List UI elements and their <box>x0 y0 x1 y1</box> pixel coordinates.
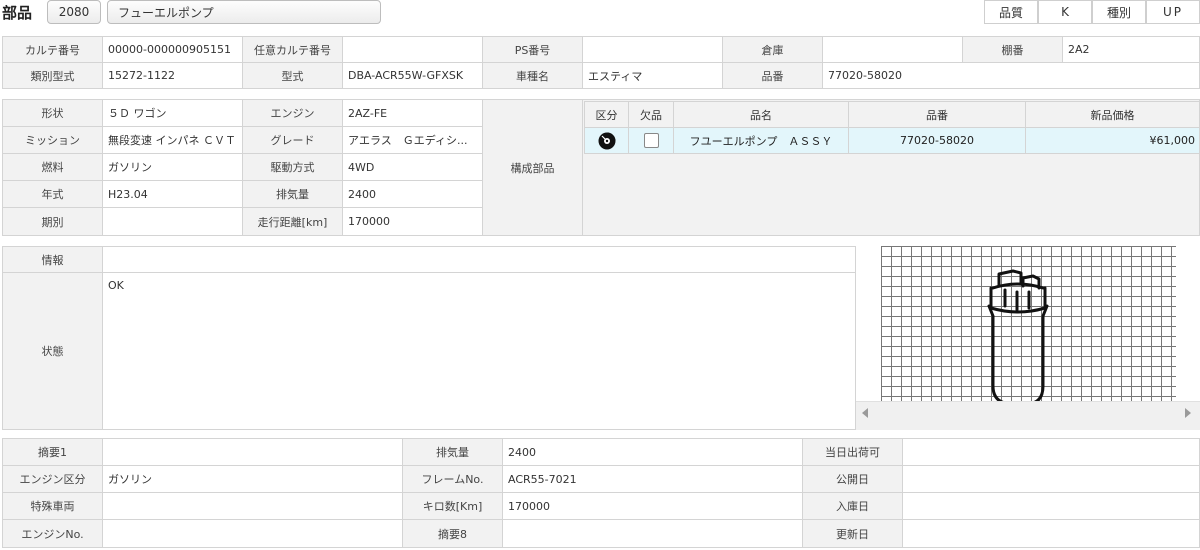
row-part-no: 77020-58020 <box>848 127 1026 154</box>
stock-value <box>902 492 1200 520</box>
engine-value: 2AZ-FE <box>342 99 483 127</box>
warehouse-label: 倉庫 <box>722 36 823 63</box>
mission-label: ミッション <box>2 126 103 154</box>
ps-no-value <box>582 36 723 63</box>
shape-value: ５Ｄ ワゴン <box>102 99 243 127</box>
summary-displacement-value: 2400 <box>502 438 803 466</box>
summary-displacement-label: 排気量 <box>402 438 503 466</box>
publish-value <box>902 465 1200 493</box>
fuel-value: ガソリン <box>102 153 243 181</box>
displacement-value: 2400 <box>342 180 483 208</box>
row-kubun-cell <box>584 127 629 154</box>
col-missing: 欠品 <box>628 101 674 128</box>
opt-card-no-label: 任意カルテ番号 <box>242 36 343 63</box>
card-no-label: カルテ番号 <box>2 36 103 63</box>
opt-card-no-value <box>342 36 483 63</box>
engine-label: エンジン <box>242 99 343 127</box>
frame-value: ACR55-7021 <box>502 465 803 493</box>
year-value: H23.04 <box>102 180 243 208</box>
summary8-value <box>502 519 803 548</box>
same-day-label: 当日出荷可 <box>802 438 903 466</box>
km-label: キロ数[Km] <box>402 492 503 520</box>
special-value <box>102 492 403 520</box>
engine-class-value: ガソリン <box>102 465 403 493</box>
image-scrollbar[interactable] <box>856 401 1200 430</box>
updated-value <box>902 519 1200 548</box>
triangle-left-icon[interactable] <box>862 408 868 418</box>
class-model-value: 15272-1122 <box>102 62 243 89</box>
card-no-value: 00000-000000905151 <box>102 36 243 63</box>
quality-value: K <box>1038 0 1092 24</box>
engine-no-value <box>102 519 403 548</box>
disc-icon <box>598 132 615 149</box>
row-name[interactable]: フユーエルポンプ ＡＳＳＹ <box>673 127 849 154</box>
col-name: 品名 <box>673 101 849 128</box>
period-label: 期別 <box>2 207 103 236</box>
drive-label: 駆動方式 <box>242 153 343 181</box>
grade-value: アエラス Ｇエディシ... <box>342 126 483 154</box>
warehouse-value <box>822 36 963 63</box>
col-price: 新品価格 <box>1025 101 1200 128</box>
mission-value: 無段変速 インパネ ＣＶＴ <box>102 126 243 154</box>
info-value <box>102 246 856 273</box>
components-label: 構成部品 <box>482 99 583 236</box>
car-name-value: エスティマ <box>582 62 723 89</box>
shape-label: 形状 <box>2 99 103 127</box>
model-label: 型式 <box>242 62 343 89</box>
engine-no-label: エンジンNo. <box>2 519 103 548</box>
quality-label: 品質 <box>984 0 1038 24</box>
grade-label: グレード <box>242 126 343 154</box>
class-model-label: 類別型式 <box>2 62 103 89</box>
year-label: 年式 <box>2 180 103 208</box>
mileage-value: 170000 <box>342 207 483 236</box>
row-missing-cell <box>628 127 674 154</box>
row-price: ¥61,000 <box>1025 127 1200 154</box>
shelf-label: 棚番 <box>962 36 1063 63</box>
stock-label: 入庫日 <box>802 492 903 520</box>
km-value: 170000 <box>502 492 803 520</box>
type-label: 種別 <box>1092 0 1146 24</box>
part-code-box[interactable]: 2080 <box>47 0 101 24</box>
triangle-right-icon[interactable] <box>1185 408 1191 418</box>
status-label: 状態 <box>2 272 103 430</box>
part-image <box>881 246 1176 401</box>
publish-label: 公開日 <box>802 465 903 493</box>
mileage-label: 走行距離[km] <box>242 207 343 236</box>
status-value[interactable]: OK <box>102 272 856 430</box>
page-title: 部品 <box>2 4 33 22</box>
shelf-value: 2A2 <box>1062 36 1200 63</box>
same-day-value <box>902 438 1200 466</box>
col-kubun: 区分 <box>584 101 629 128</box>
frame-label: フレームNo. <box>402 465 503 493</box>
summary1-label: 摘要1 <box>2 438 103 466</box>
period-value <box>102 207 243 236</box>
summary8-label: 摘要8 <box>402 519 503 548</box>
part-no-label: 品番 <box>722 62 823 89</box>
col-part-no: 品番 <box>848 101 1026 128</box>
displacement-label: 排気量 <box>242 180 343 208</box>
updated-label: 更新日 <box>802 519 903 548</box>
fuel-label: 燃料 <box>2 153 103 181</box>
type-value: UP <box>1146 0 1200 24</box>
part-no-value: 77020-58020 <box>822 62 1200 89</box>
info-label: 情報 <box>2 246 103 273</box>
part-name-box[interactable]: フューエルポンプ <box>107 0 381 24</box>
special-label: 特殊車両 <box>2 492 103 520</box>
car-name-label: 車種名 <box>482 62 583 89</box>
model-value: DBA-ACR55W-GFXSK <box>342 62 483 89</box>
fuel-pump-illustration <box>987 269 1049 401</box>
engine-class-label: エンジン区分 <box>2 465 103 493</box>
ps-no-label: PS番号 <box>482 36 583 63</box>
drive-value: 4WD <box>342 153 483 181</box>
summary1-value <box>102 438 403 466</box>
checkbox-icon[interactable] <box>643 133 659 148</box>
